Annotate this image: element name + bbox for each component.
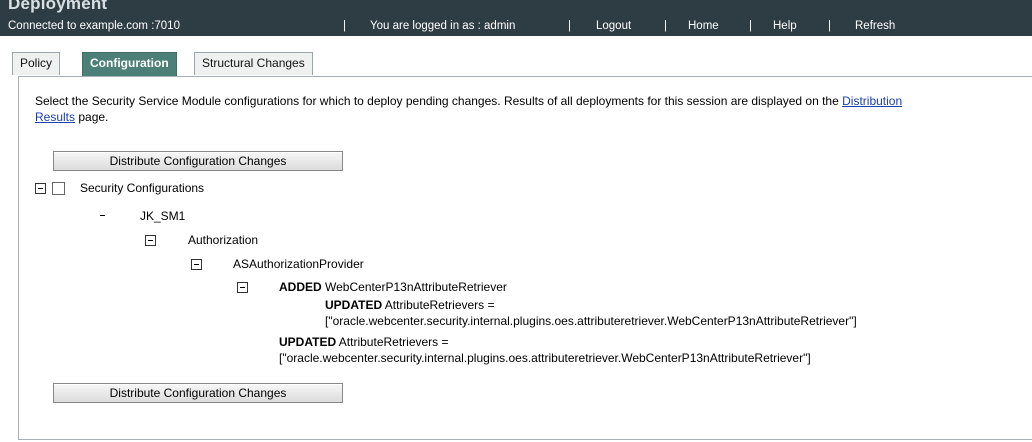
distribute-configuration-changes-button[interactable]: Distribute Configuration Changes <box>53 383 343 403</box>
collapse-icon[interactable] <box>35 183 46 194</box>
tab-structural-changes[interactable]: Structural Changes <box>194 52 313 75</box>
header-bar: Deployment Connected to example.com :701… <box>0 0 1032 36</box>
logged-in-info: You are logged in as : admin <box>370 20 516 32</box>
added-item-name: WebCenterP13nAttributeRetriever <box>325 280 507 294</box>
tree-node-authorization: Authorization <box>188 233 259 247</box>
instructions: Select the Security Service Module confi… <box>35 93 1032 125</box>
security-configurations-checkbox[interactable] <box>52 182 65 195</box>
added-tag: ADDED <box>279 280 322 294</box>
logout-link[interactable]: Logout <box>596 16 631 36</box>
collapse-icon[interactable] <box>145 235 156 246</box>
status-line: Connected to example.com :7010 | You are… <box>0 16 1032 36</box>
updated-tag: UPDATED <box>325 298 383 312</box>
help-link[interactable]: Help <box>773 16 797 36</box>
updated-attribute: AttributeRetrievers = <box>384 298 495 312</box>
connection-info: Connected to example.com :7010 <box>8 20 180 32</box>
tree-node-updated: UPDATED AttributeRetrievers = <box>325 297 495 313</box>
app-title: Deployment <box>8 0 108 13</box>
home-link[interactable]: Home <box>688 16 719 36</box>
tab-strip: Policy Configuration Structural Changes <box>12 52 1032 77</box>
updated-value: ["oracle.webcenter.security.internal.plu… <box>279 351 811 365</box>
instructions-text: Select the Security Service Module confi… <box>35 94 843 108</box>
tree-node-provider: ASAuthorizationProvider <box>233 257 364 271</box>
collapse-icon[interactable] <box>191 259 202 270</box>
refresh-link[interactable]: Refresh <box>855 16 895 36</box>
distribution-results-link[interactable]: Results <box>35 110 75 124</box>
tab-policy[interactable]: Policy <box>12 52 61 75</box>
updated-value: ["oracle.webcenter.security.internal.plu… <box>325 314 857 328</box>
distribution-results-link[interactable]: Distribution <box>842 94 902 108</box>
separator: | <box>343 20 346 32</box>
configuration-panel: Select the Security Service Module confi… <box>18 76 1032 440</box>
instructions-text-end: page. <box>75 110 109 124</box>
separator: | <box>749 20 752 32</box>
collapse-icon[interactable] <box>98 211 109 222</box>
collapse-icon[interactable] <box>237 282 248 293</box>
tab-configuration[interactable]: Configuration <box>82 52 177 77</box>
separator: | <box>828 20 831 32</box>
updated-tag: UPDATED <box>279 335 337 349</box>
separator: | <box>664 20 667 32</box>
separator: | <box>568 20 571 32</box>
tree-node-security-configurations: Security Configurations <box>80 181 205 195</box>
tree-node-sm: JK_SM1 <box>140 209 186 223</box>
tree-node-added: ADDED WebCenterP13nAttributeRetriever <box>279 279 507 295</box>
distribute-configuration-changes-button[interactable]: Distribute Configuration Changes <box>53 151 343 171</box>
updated-attribute: AttributeRetrievers = <box>338 335 449 349</box>
tree-node-updated: UPDATED AttributeRetrievers = <box>279 334 449 350</box>
